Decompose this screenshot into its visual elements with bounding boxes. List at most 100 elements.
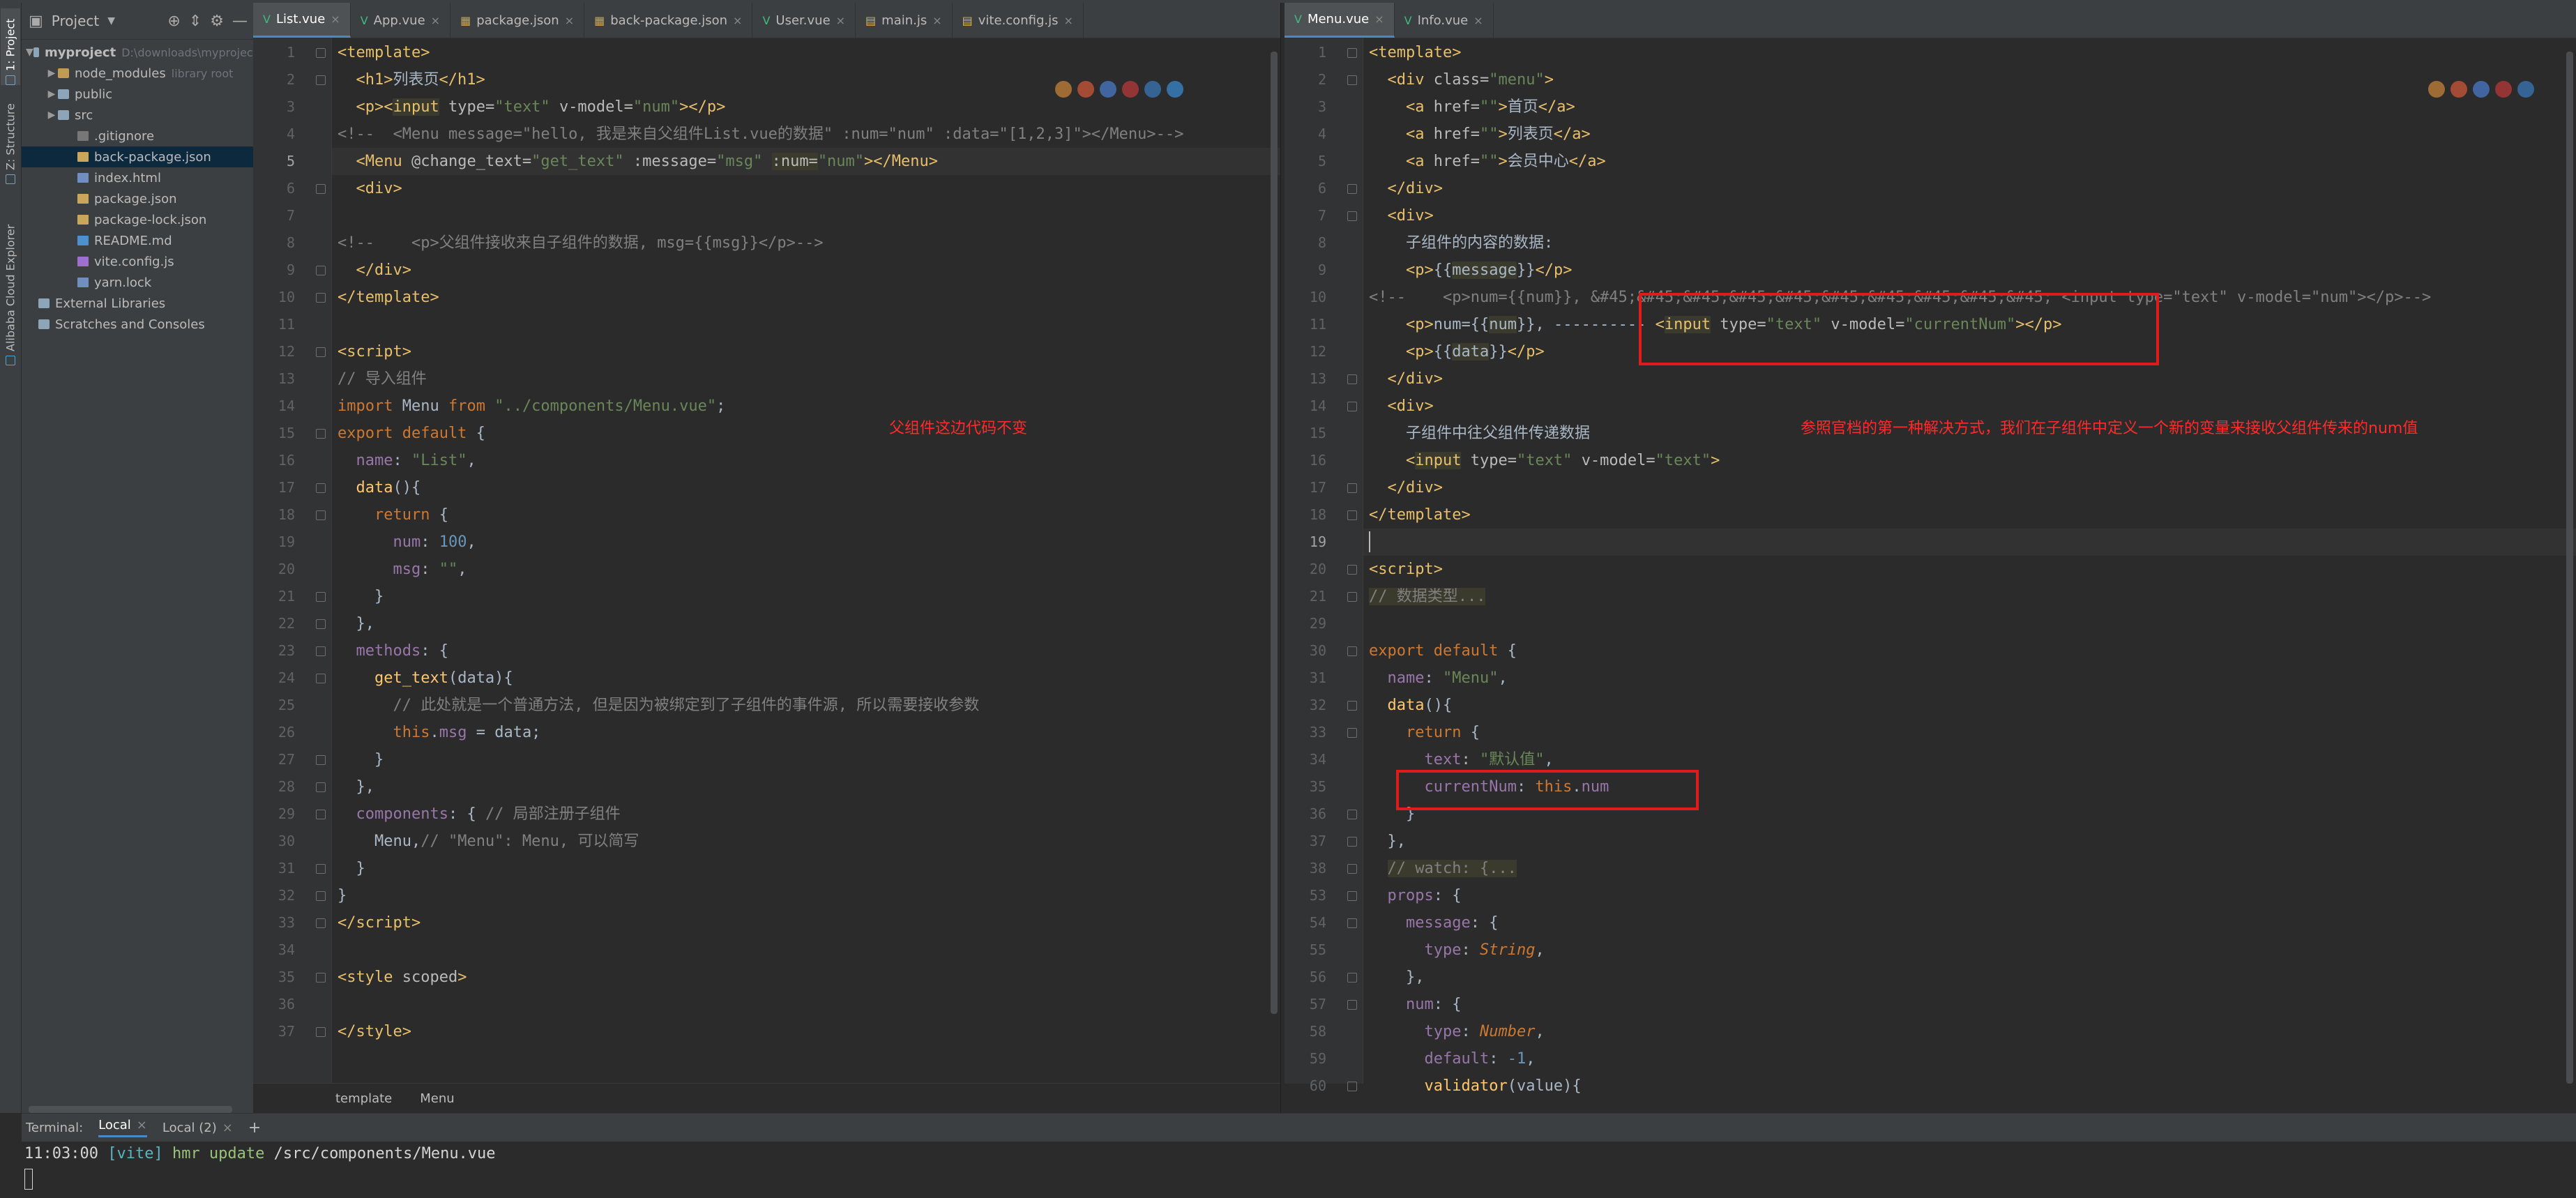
breadcrumb-item-menu[interactable]: Menu: [420, 1091, 454, 1106]
code-line[interactable]: export default {: [332, 420, 1280, 447]
code-line[interactable]: }: [332, 882, 1280, 909]
line-number[interactable]: 31: [253, 855, 295, 882]
expand-arrow-icon[interactable]: ▼: [26, 47, 33, 58]
code-line[interactable]: </template>: [1363, 501, 2576, 529]
fold-marker-icon[interactable]: [1347, 810, 1357, 819]
tree-item-public[interactable]: ▶ public: [22, 84, 277, 105]
project-tool-tab[interactable]: 1: Project: [1, 8, 20, 85]
project-view-selector[interactable]: Project: [52, 13, 99, 29]
fold-marker-icon[interactable]: [316, 646, 326, 656]
fold-marker-icon[interactable]: [316, 1027, 326, 1037]
code-line[interactable]: }: [332, 746, 1280, 773]
line-number[interactable]: 7: [1285, 202, 1326, 229]
fold-marker-icon[interactable]: [316, 483, 326, 493]
close-icon[interactable]: ×: [565, 14, 574, 27]
line-number[interactable]: 23: [253, 637, 295, 665]
code-line[interactable]: // watch: {...: [1363, 855, 2576, 882]
fold-marker-icon[interactable]: [1347, 510, 1357, 520]
left-vertical-scrollbar[interactable]: [1271, 52, 1278, 1014]
fold-marker-icon[interactable]: [316, 674, 326, 683]
line-number[interactable]: 32: [253, 882, 295, 909]
tree-item-scratches-and-consoles[interactable]: Scratches and Consoles: [22, 314, 257, 335]
firefox-icon[interactable]: [1077, 81, 1094, 98]
line-number[interactable]: 13: [1285, 365, 1326, 393]
code-line[interactable]: },: [1363, 828, 2576, 855]
line-number[interactable]: 16: [1285, 447, 1326, 474]
fold-marker-icon[interactable]: [316, 347, 326, 357]
fold-marker-icon[interactable]: [316, 755, 326, 765]
tab-user-vue[interactable]: V User.vue ×: [752, 3, 856, 38]
line-number[interactable]: 32: [1285, 692, 1326, 719]
tab-app-vue[interactable]: V App.vue ×: [351, 3, 451, 38]
fold-marker-icon[interactable]: [316, 918, 326, 928]
line-number[interactable]: 27: [253, 746, 295, 773]
fold-marker-icon[interactable]: [316, 266, 326, 275]
fold-marker-icon[interactable]: [1347, 211, 1357, 221]
line-number[interactable]: 9: [1285, 257, 1326, 284]
code-line[interactable]: <a href="">列表页</a>: [1363, 121, 2576, 148]
line-number[interactable]: 10: [253, 284, 295, 311]
fold-marker-icon[interactable]: [316, 429, 326, 439]
project-horizontal-scrollbar[interactable]: [29, 1106, 232, 1113]
fold-marker-icon[interactable]: [1347, 75, 1357, 85]
line-number[interactable]: 12: [1285, 338, 1326, 365]
line-number[interactable]: 20: [1285, 556, 1326, 583]
code-line[interactable]: <!-- <p>父组件接收来自子组件的数据, msg={{msg}}</p>--…: [332, 229, 1280, 257]
code-line[interactable]: 子组件的内容的数据:: [1363, 229, 2576, 257]
code-line[interactable]: Menu,// "Menu": Menu, 可以简写: [332, 828, 1280, 855]
terminal-tab-local[interactable]: Local ×: [98, 1118, 147, 1137]
expand-arrow-icon[interactable]: ▶: [45, 109, 58, 121]
code-line[interactable]: </div>: [1363, 474, 2576, 501]
line-number[interactable]: 38: [1285, 855, 1326, 882]
fold-marker-icon[interactable]: [316, 510, 326, 520]
fold-marker-icon[interactable]: [1347, 646, 1357, 656]
tree-item-external-libraries[interactable]: External Libraries: [22, 293, 257, 314]
edge-icon[interactable]: [1167, 81, 1183, 98]
line-number[interactable]: 15: [253, 420, 295, 447]
fold-marker-icon[interactable]: [316, 619, 326, 629]
fold-marker-icon[interactable]: [316, 891, 326, 901]
code-line[interactable]: [332, 202, 1280, 229]
code-line[interactable]: <a href="">首页</a>: [1363, 93, 2576, 121]
code-line[interactable]: <template>: [1363, 39, 2576, 66]
line-number[interactable]: 36: [1285, 801, 1326, 828]
code-line[interactable]: </div>: [332, 257, 1280, 284]
code-line[interactable]: },: [1363, 964, 2576, 991]
code-line[interactable]: <div class="menu">: [1363, 66, 2576, 93]
tab-vite-config-js[interactable]: ▤ vite.config.js ×: [953, 3, 1084, 38]
code-line[interactable]: msg: "",: [332, 556, 1280, 583]
fold-marker-icon[interactable]: [1347, 891, 1357, 901]
cloud-explorer-tool-tab[interactable]: Alibaba Cloud Explorer: [1, 205, 20, 365]
close-icon[interactable]: ×: [836, 14, 845, 27]
code-line[interactable]: return {: [1363, 719, 2576, 746]
line-number[interactable]: 60: [1285, 1072, 1326, 1100]
close-icon[interactable]: ×: [733, 14, 742, 27]
code-line[interactable]: <div>: [332, 175, 1280, 202]
line-number[interactable]: 35: [253, 964, 295, 991]
right-editor-code[interactable]: <template> <div class="menu"> <a href=""…: [1363, 38, 2576, 1095]
left-editor-code[interactable]: <template> <h1>列表页</h1> <p><input type="…: [332, 38, 1280, 1084]
code-line[interactable]: <p>{{message}}</p>: [1363, 257, 2576, 284]
line-number[interactable]: 5: [253, 148, 295, 175]
code-line[interactable]: </div>: [1363, 365, 2576, 393]
fold-marker-icon[interactable]: [1347, 837, 1357, 847]
code-line[interactable]: </div>: [1363, 175, 2576, 202]
line-number[interactable]: 12: [253, 338, 295, 365]
line-number[interactable]: 11: [253, 311, 295, 338]
line-number[interactable]: 19: [1285, 529, 1326, 556]
line-number[interactable]: 4: [253, 121, 295, 148]
code-line[interactable]: [1363, 610, 2576, 637]
tree-item-src[interactable]: ▶ src: [22, 105, 277, 126]
tab-menu-vue[interactable]: V Menu.vue ×: [1285, 3, 1395, 38]
opera-icon[interactable]: [1122, 81, 1139, 98]
line-number[interactable]: 2: [1285, 66, 1326, 93]
line-number[interactable]: 11: [1285, 311, 1326, 338]
close-icon[interactable]: ×: [1063, 14, 1073, 27]
close-icon[interactable]: ×: [331, 13, 340, 26]
tab-package-json[interactable]: ▦ package.json ×: [450, 3, 585, 38]
line-number[interactable]: 7: [253, 202, 295, 229]
code-line[interactable]: name: "List",: [332, 447, 1280, 474]
collapse-all-icon[interactable]: ⇕: [189, 13, 202, 30]
line-number[interactable]: 54: [1285, 909, 1326, 937]
line-number[interactable]: 34: [1285, 746, 1326, 773]
